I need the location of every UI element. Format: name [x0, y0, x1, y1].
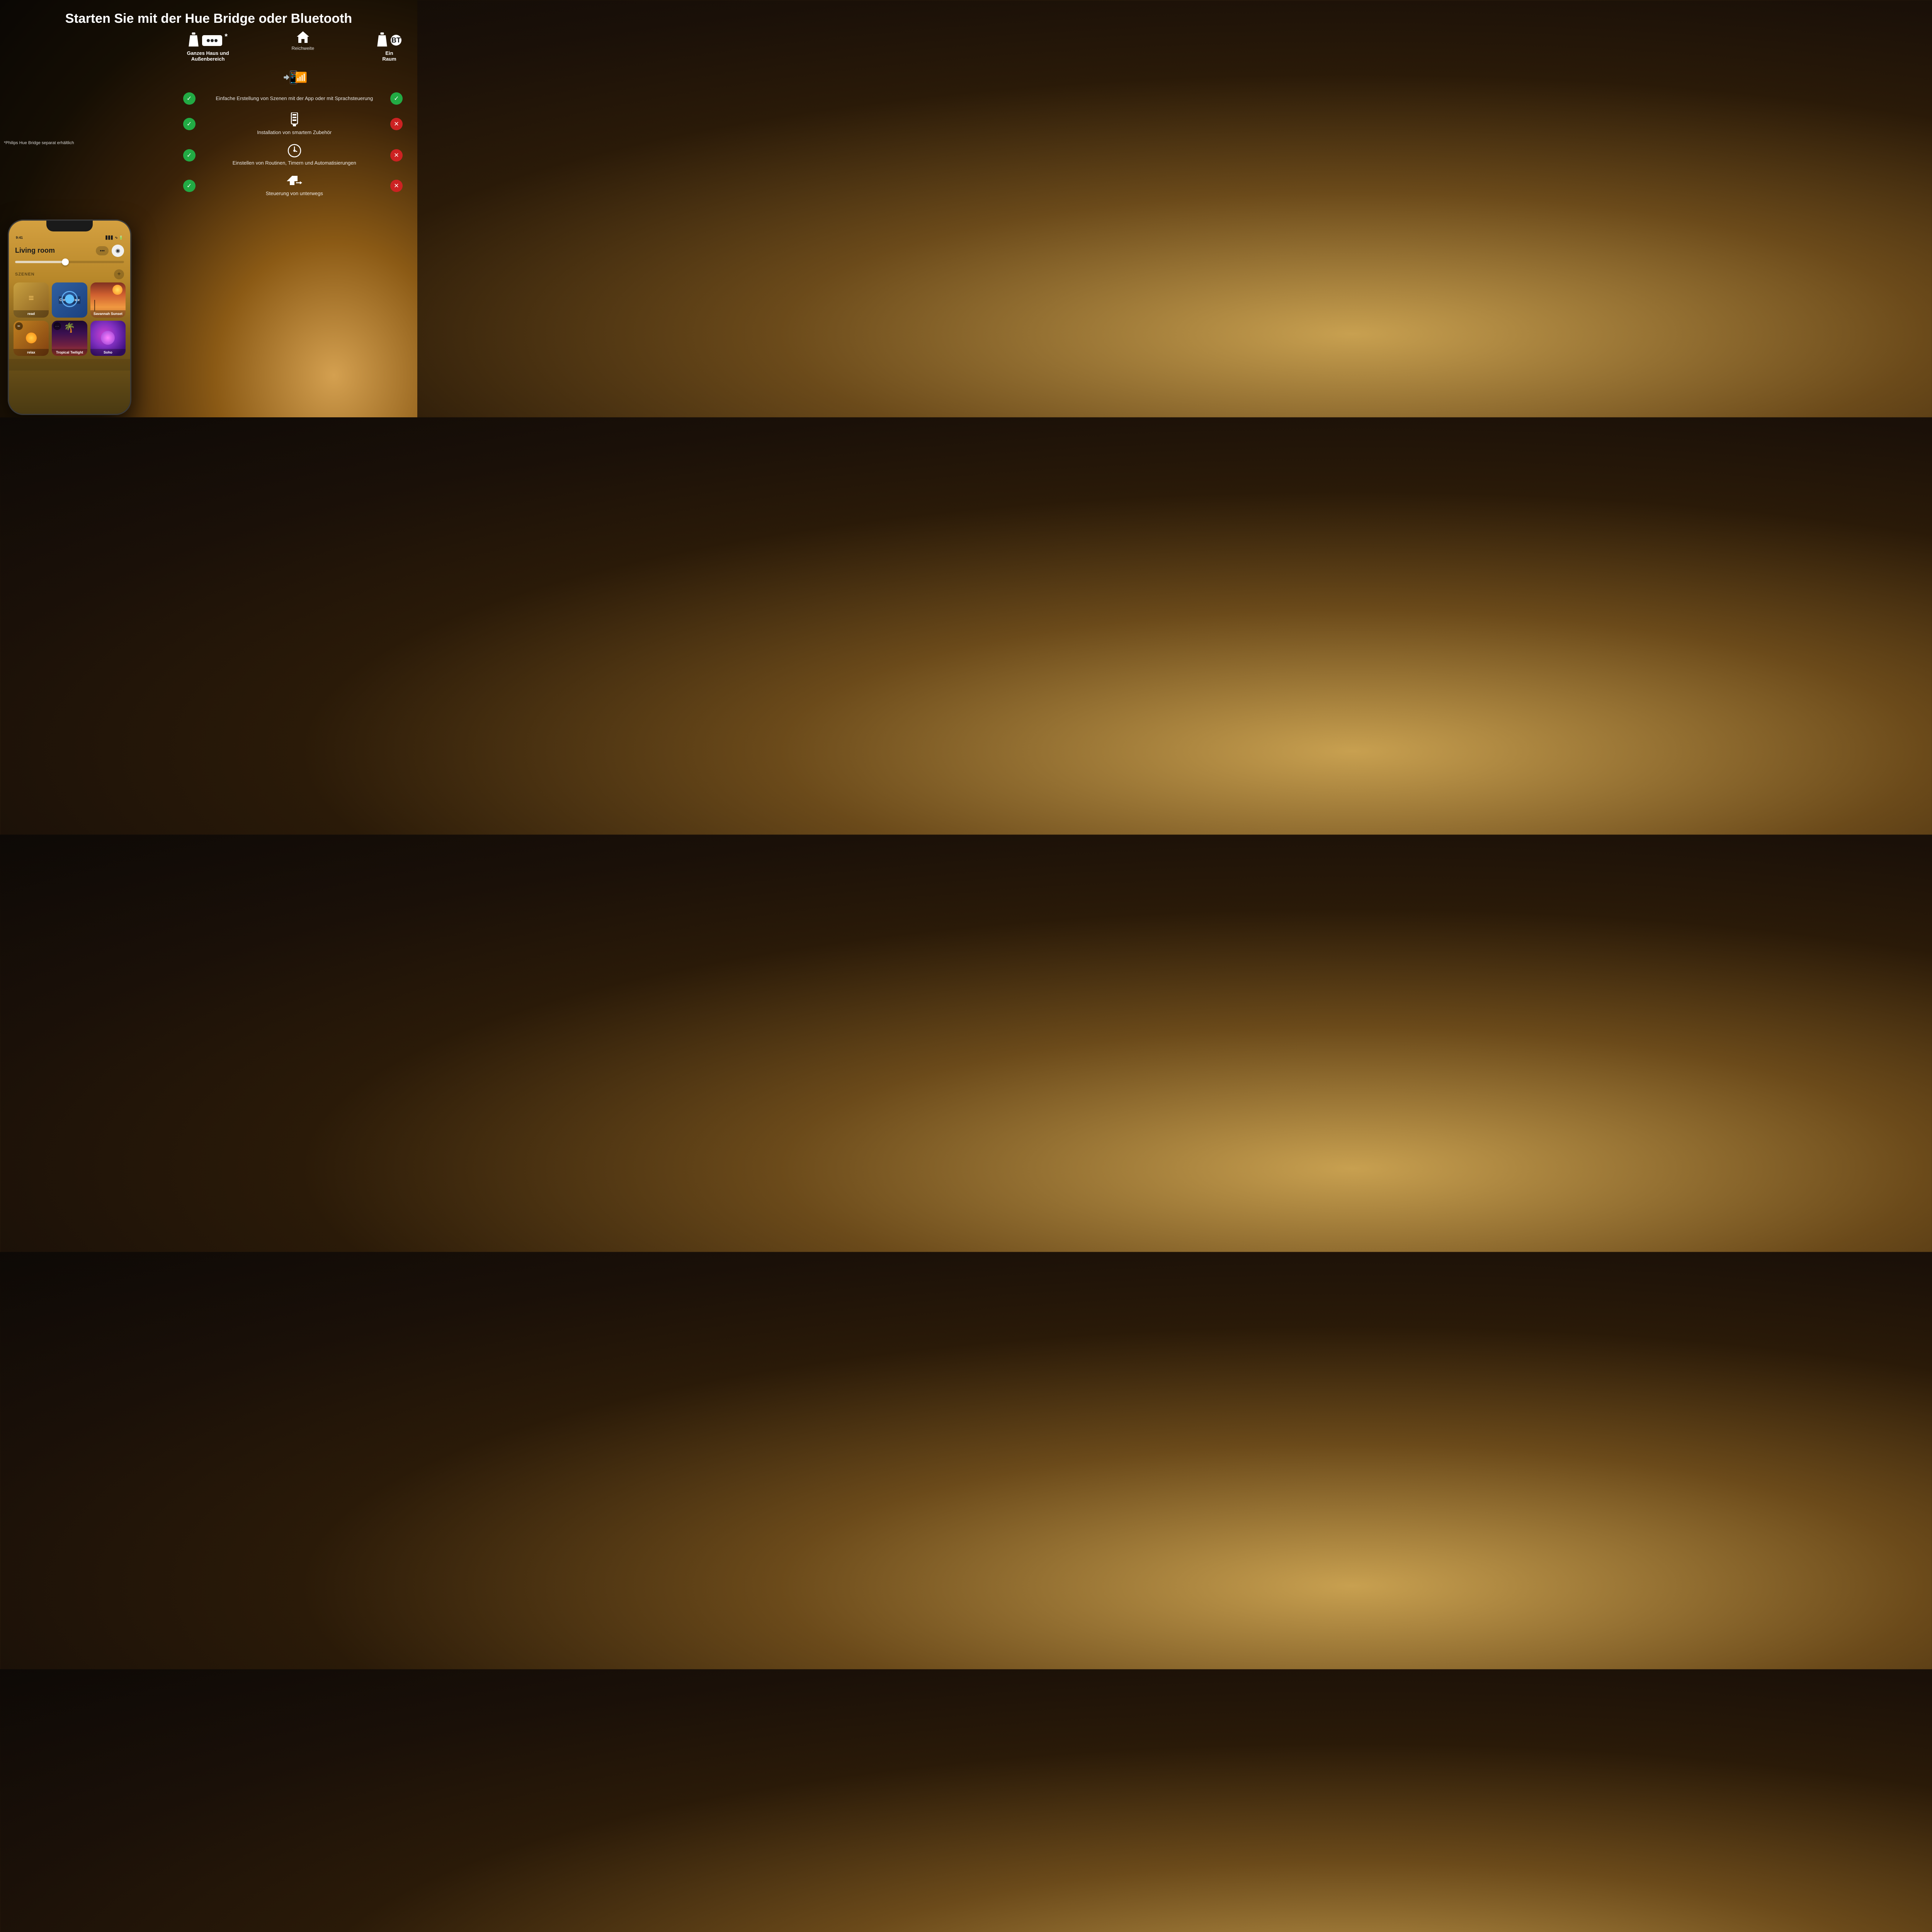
nfc-icons-row: 📲 📶: [183, 68, 406, 85]
feature-center-remote: Steuerung von unterwegs: [202, 174, 387, 197]
accessory-icon: [288, 112, 301, 127]
feature-row-routines: ✓ Einstellen von Routinen, Timern und Au…: [183, 144, 406, 167]
scene-card-savannah[interactable]: Savannah Sunset: [90, 282, 126, 318]
bridge-hardware-group: * Ganzes Haus und Außenbereich: [187, 32, 229, 62]
scenes-header: SZENEN +: [9, 267, 130, 282]
nfc-tap-icon: 📲 📶: [281, 68, 308, 85]
status-icons: ▋▋▋ ∿ 🔋: [105, 236, 123, 240]
spot-lamp-icon: [188, 32, 199, 48]
scenes-label: SZENEN: [15, 272, 35, 277]
feature-row-accessories: ✓ Installation von smartem Zubehör: [183, 112, 406, 136]
phone-mockup: 9:41 ▋▋▋ ∿ 🔋 Living room •••: [8, 219, 131, 415]
remote-icon: [287, 174, 302, 188]
scene-name-read: read: [14, 310, 49, 318]
bridge-check-scenes: ✓: [183, 92, 196, 105]
page-title: Starten Sie mit der Hue Bridge oder Blue…: [0, 0, 417, 32]
scene-name-savannah: Savannah Sunset: [90, 310, 126, 318]
room-name: Living room: [15, 247, 55, 255]
bluetooth-cross-routines: ✕: [390, 149, 403, 162]
bridge-check-remote: ✓: [183, 180, 196, 192]
svg-text:📶: 📶: [295, 71, 307, 83]
spot-lamp-bt-icon: [377, 32, 388, 48]
room-controls: ••• ◉: [96, 245, 124, 257]
power-button[interactable]: ◉: [112, 245, 124, 257]
feature-text-remote: Steuerung von unterwegs: [266, 190, 323, 197]
scene-card-read[interactable]: read: [14, 282, 49, 318]
feature-center-routines: Einstellen von Routinen, Timern und Auto…: [202, 144, 387, 167]
feature-text-accessories: Installation von smartem Zubehör: [257, 129, 332, 136]
feature-center-scenes: Einfache Erstellung von Szenen mit der A…: [202, 95, 387, 102]
bluetooth-cross-remote: ✕: [390, 180, 403, 192]
feature-text-routines: Einstellen von Routinen, Timern und Auto…: [233, 160, 356, 167]
slider-track[interactable]: [15, 261, 124, 263]
add-scene-button[interactable]: +: [114, 269, 124, 279]
feature-center-accessories: Installation von smartem Zubehör: [202, 112, 387, 136]
features-list: 📲 📶 ✓ Einfache Erstellung von Szenen mit…: [183, 68, 406, 197]
bridge-check-accessories: ✓: [183, 118, 196, 130]
edit-overlay[interactable]: ✏: [15, 322, 23, 330]
clock-icon: [287, 144, 301, 158]
scene-card-soho[interactable]: Soho: [90, 321, 126, 356]
reach-label: Reichweite: [291, 46, 314, 51]
slider-thumb[interactable]: [62, 259, 69, 265]
time: 9:41: [16, 236, 23, 240]
status-bar: 9:41 ▋▋▋ ∿ 🔋: [9, 234, 130, 242]
feature-row-scenes: ✓ Einfache Erstellung von Szenen mit der…: [183, 92, 406, 105]
bridge-check-routines: ✓: [183, 149, 196, 162]
slider-fill: [15, 261, 64, 263]
check-icon-scenes-bt: ✓: [394, 95, 399, 102]
scene-name-soho: Soho: [90, 349, 126, 356]
signal-icon: ▋▋▋: [105, 236, 114, 240]
bluetooth-cross-accessories: ✕: [390, 118, 403, 130]
scene-card-tropical[interactable]: ··· 🌴 Tropical Twilight: [52, 321, 87, 356]
right-panel: * Ganzes Haus und Außenbereich Reichweit…: [175, 32, 417, 407]
scene-card-relax[interactable]: ✏ relax: [14, 321, 49, 356]
scenes-grid: read Concentrate: [9, 282, 130, 359]
phone-notch: [46, 221, 93, 231]
left-panel: *Philips Hue Bridge separat erhältlich 9…: [0, 32, 175, 407]
bridge-icons-row: *: [188, 32, 228, 48]
scene-name-tropical: Tropical Twilight: [52, 349, 87, 356]
bridge-label-line2: Außenbereich: [187, 56, 229, 62]
reach-group: Reichweite: [291, 31, 314, 51]
bluetooth-label-line2: Raum: [382, 56, 396, 62]
power-icon: ◉: [116, 247, 120, 254]
bluetooth-check-scenes: ✓: [390, 92, 403, 105]
bridge-label: Ganzes Haus und Außenbereich: [187, 50, 229, 62]
check-icon-scenes-bridge: ✓: [187, 95, 192, 102]
home-icon: [297, 31, 309, 44]
bridge-label-line1: Ganzes Haus und: [187, 50, 229, 56]
scene-card-concentrate[interactable]: Concentrate: [52, 282, 87, 318]
page-wrapper: Starten Sie mit der Hue Bridge oder Blue…: [0, 0, 417, 417]
bluetooth-icons-row: BT: [377, 32, 402, 48]
feature-text-scenes: Einfache Erstellung von Szenen mit der A…: [216, 95, 373, 102]
bluetooth-hardware-group: BT Ein Raum: [377, 32, 402, 62]
bluetooth-icon: BT: [390, 33, 402, 47]
wifi-icon: ∿: [115, 236, 118, 240]
scene-name-relax: relax: [14, 349, 49, 356]
footnote: *Philips Hue Bridge separat erhältlich: [4, 141, 74, 145]
bridge-asterisk: *: [224, 32, 228, 41]
svg-text:BT: BT: [391, 36, 401, 44]
hardware-icons-container: * Ganzes Haus und Außenbereich Reichweit…: [183, 32, 406, 62]
more-options-button[interactable]: •••: [96, 246, 109, 255]
battery-icon: 🔋: [119, 236, 123, 240]
brightness-slider-container: [9, 259, 130, 267]
room-header: Living room ••• ◉: [9, 242, 130, 259]
bluetooth-label: Ein Raum: [382, 50, 396, 62]
bridge-box-icon: [202, 33, 222, 48]
dots-overlay[interactable]: ···: [53, 322, 61, 330]
feature-row-remote: ✓ Steuerung von unterwegs ✕: [183, 174, 406, 197]
bluetooth-label-line1: Ein: [382, 50, 396, 56]
